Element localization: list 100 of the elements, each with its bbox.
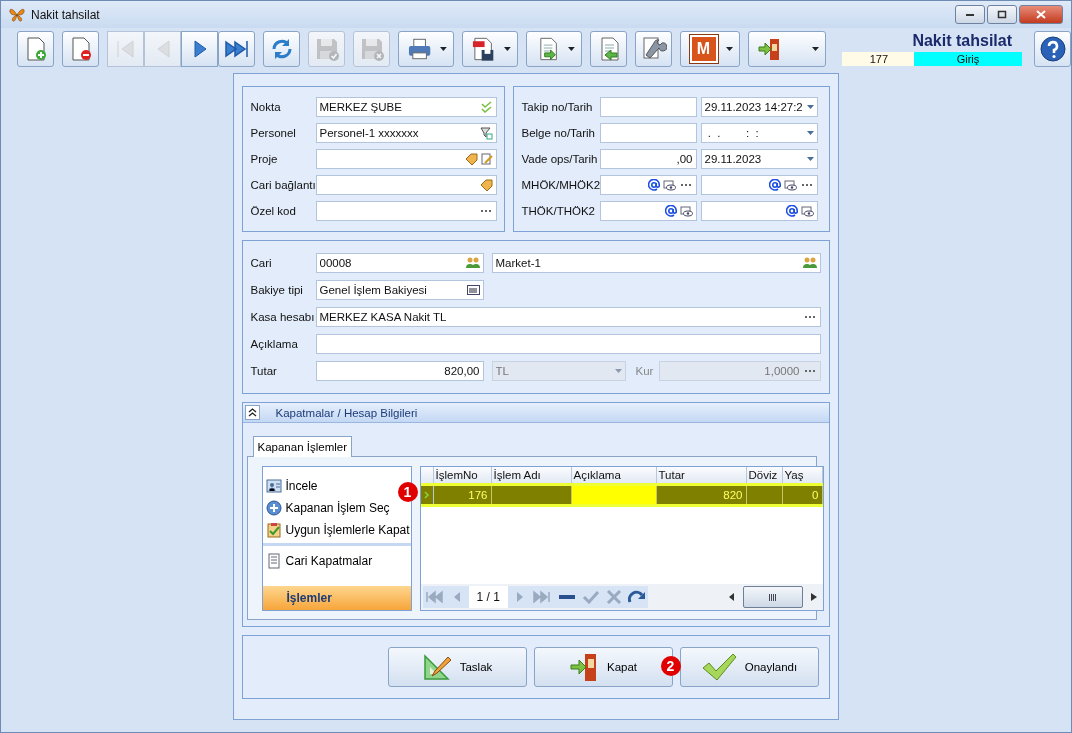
help-button[interactable] xyxy=(1034,31,1071,67)
text-field[interactable] xyxy=(700,201,818,221)
checkmark-icon xyxy=(700,652,737,682)
field-label: THÖK/THÖK2 xyxy=(521,205,596,217)
print-button[interactable] xyxy=(398,31,454,67)
dropdown-arrow-icon[interactable] xyxy=(806,105,814,109)
barcode-icon[interactable] xyxy=(466,285,480,295)
text-field[interactable] xyxy=(599,201,697,221)
text-field[interactable] xyxy=(599,97,697,117)
delete-button[interactable] xyxy=(62,31,99,67)
section-header[interactable]: Kapatmalar / Hesap Bilgileri xyxy=(242,403,829,423)
text-field[interactable] xyxy=(315,334,821,354)
text-field[interactable] xyxy=(599,175,697,195)
caret-icon xyxy=(568,47,575,51)
text-field[interactable]: 00008 xyxy=(315,253,484,273)
new-button[interactable] xyxy=(17,31,54,67)
action-button[interactable]: Taslak xyxy=(387,647,527,687)
exit-button[interactable] xyxy=(748,31,826,67)
redo-icon[interactable] xyxy=(627,590,646,604)
eye-icon[interactable] xyxy=(783,179,797,191)
nav-item[interactable]: Kapanan İşlem Seç xyxy=(262,497,393,519)
check-icon[interactable] xyxy=(581,590,600,604)
field-label: Cari xyxy=(250,257,273,269)
text-field[interactable]: Genel İşlem Bakiyesi xyxy=(315,280,484,300)
at-sign-icon[interactable] xyxy=(785,205,798,217)
field-label: MHÖK/MHÖK2 xyxy=(521,179,600,191)
field-label: Proje xyxy=(250,153,279,165)
refresh-button[interactable] xyxy=(263,31,300,67)
edit-icon xyxy=(480,153,493,165)
maximize-icon xyxy=(997,10,1007,19)
eye-icon[interactable] xyxy=(800,205,814,217)
eye-icon[interactable] xyxy=(662,179,676,191)
scroll-right-icon[interactable] xyxy=(810,593,817,601)
collapse-button[interactable] xyxy=(244,405,260,420)
at-sign-icon[interactable] xyxy=(768,179,781,191)
nav-item[interactable]: Uygun İşlemlerle Kapat xyxy=(262,519,413,541)
amount-field[interactable]: 820,00 xyxy=(315,361,484,381)
export-button[interactable] xyxy=(526,31,582,67)
nav-item[interactable]: Cari Kapatmalar xyxy=(262,550,376,572)
form-title: Nakit tahsilat xyxy=(912,32,1012,50)
date-field[interactable]: 29.11.2023 14:27:2 xyxy=(700,97,818,117)
text-field[interactable] xyxy=(315,149,497,169)
plus-icon xyxy=(265,500,282,516)
next-button[interactable] xyxy=(181,31,218,67)
close-icon xyxy=(1036,10,1046,19)
letter-logo: M xyxy=(689,35,718,63)
pdf-button[interactable] xyxy=(462,31,518,67)
filter-icon xyxy=(479,126,493,140)
caret-icon xyxy=(725,47,733,51)
field-label: Vade ops/Tarih xyxy=(521,153,599,165)
people-icon[interactable] xyxy=(465,257,480,269)
people-icon[interactable] xyxy=(802,257,817,269)
text-field[interactable]: Market-1 xyxy=(491,253,821,273)
exit-door-icon xyxy=(568,652,599,682)
dropdown-arrow-icon[interactable] xyxy=(806,157,814,161)
group-button[interactable]: İşlemler xyxy=(262,586,411,610)
field-label: Kur xyxy=(635,365,654,377)
double-check-icon xyxy=(480,101,493,113)
grid-row[interactable]: 176 820 0 xyxy=(420,483,823,507)
date-field[interactable]: 29.11.2023 xyxy=(700,149,818,169)
text-field[interactable] xyxy=(599,123,697,143)
text-field[interactable] xyxy=(315,201,497,221)
scroll-left-icon[interactable] xyxy=(728,593,735,601)
table-cell: 0 xyxy=(782,486,823,504)
close-button[interactable] xyxy=(1019,5,1063,24)
letter-button[interactable]: M xyxy=(680,31,740,67)
clipboard-check-icon xyxy=(265,522,282,538)
tab[interactable]: Kapanan İşlemler xyxy=(252,436,352,457)
date-field[interactable]: . . : : xyxy=(700,123,818,143)
scroll-thumb[interactable] xyxy=(742,586,803,608)
text-field[interactable] xyxy=(315,175,497,195)
dropdown-arrow-icon[interactable] xyxy=(806,131,814,135)
tools-button[interactable] xyxy=(635,31,672,67)
at-sign-icon[interactable] xyxy=(664,205,677,217)
window-title: Nakit tahsilat xyxy=(31,7,100,22)
text-field[interactable] xyxy=(700,175,818,195)
text-field[interactable]: Personel-1 xxxxxxx xyxy=(315,123,497,143)
eye-icon[interactable] xyxy=(679,205,693,217)
minimize-button[interactable] xyxy=(955,5,985,24)
document-icon xyxy=(265,553,282,569)
action-button[interactable]: Onaylandı xyxy=(679,647,819,687)
text-field[interactable]: MERKEZ KASA Nakit TL xyxy=(315,307,821,327)
text-field[interactable]: ,00 xyxy=(599,149,697,169)
field-label: Personel xyxy=(250,127,297,139)
at-sign-icon[interactable] xyxy=(647,179,660,191)
table-cell: 820 xyxy=(656,486,747,504)
tag-icon xyxy=(479,179,493,191)
caret-icon xyxy=(504,47,511,51)
printer-icon xyxy=(407,36,433,62)
nav-item[interactable]: İncele xyxy=(262,475,321,497)
help-icon xyxy=(1039,36,1066,62)
tag-icon xyxy=(464,153,478,165)
maximize-button[interactable] xyxy=(987,5,1017,24)
last-button[interactable] xyxy=(218,31,255,67)
import-button[interactable] xyxy=(590,31,627,67)
table-cell: 176 xyxy=(433,486,492,504)
butterfly-icon xyxy=(9,7,25,22)
text-field[interactable]: MERKEZ ŞUBE xyxy=(315,97,497,117)
caret-icon xyxy=(440,47,447,51)
field-label: Özel kod xyxy=(250,205,297,217)
